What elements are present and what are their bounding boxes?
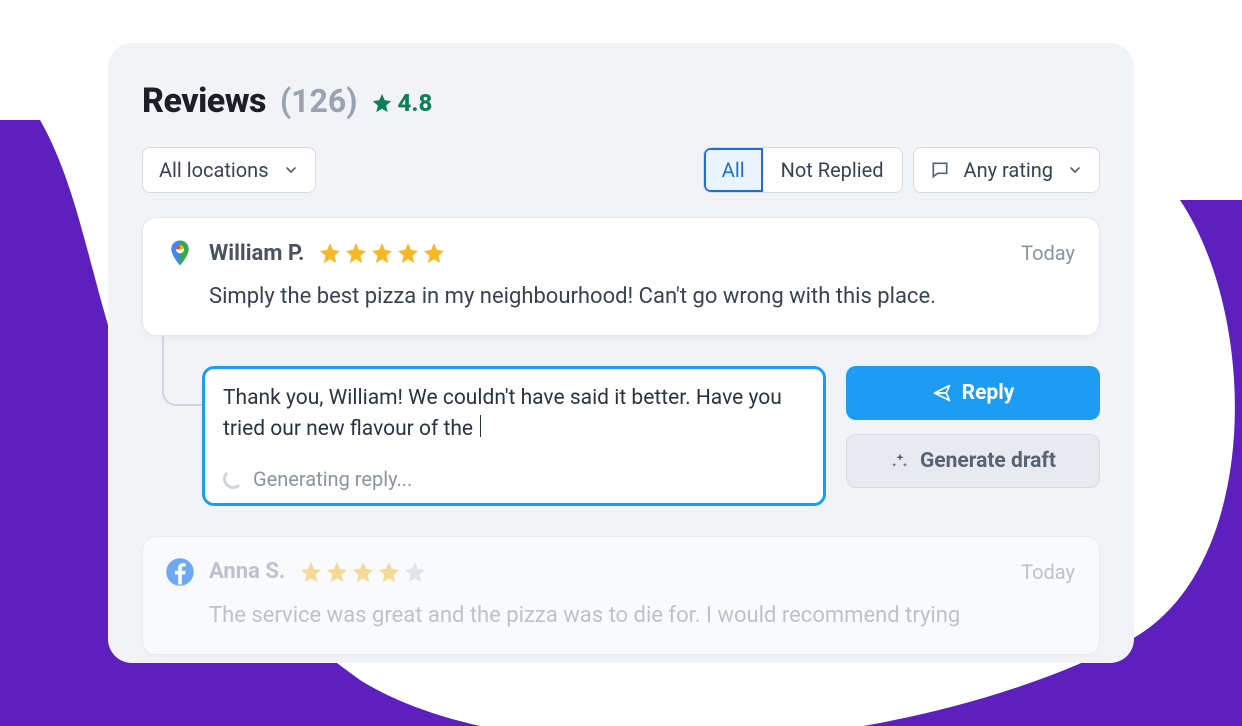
review-header: Anna S. Today <box>165 557 1075 587</box>
review-time: Today <box>1021 241 1075 265</box>
reply-textarea[interactable]: Thank you, William! We couldn't have sai… <box>202 366 826 506</box>
review-card: William P. Today Simply the best pizza i… <box>142 217 1100 336</box>
review-text: The service was great and the pizza was … <box>165 601 1075 632</box>
star-filled-icon <box>325 560 349 584</box>
chevron-down-icon <box>1067 162 1083 178</box>
generating-status-label: Generating reply... <box>253 467 412 491</box>
spinner-icon <box>223 469 243 489</box>
filters-row: All locations All Not Replied Any rating <box>142 147 1100 193</box>
reply-actions: Reply Generate draft <box>846 366 1100 506</box>
review-time: Today <box>1021 560 1075 584</box>
reply-button-label: Reply <box>962 381 1015 405</box>
text-cursor <box>480 415 481 437</box>
reply-status-segmented: All Not Replied <box>703 147 903 193</box>
google-maps-pin-icon <box>165 238 195 268</box>
reviewer-name: William P. <box>209 241 304 266</box>
review-header: William P. Today <box>165 238 1075 268</box>
star-filled-icon <box>299 560 323 584</box>
star-filled-icon <box>318 241 342 265</box>
reply-draft-content: Thank you, William! We couldn't have sai… <box>223 386 782 442</box>
reply-draft-text: Thank you, William! We couldn't have sai… <box>223 383 805 453</box>
sparkle-icon <box>890 451 910 471</box>
page-title: Reviews <box>142 81 266 121</box>
reply-button[interactable]: Reply <box>846 366 1100 420</box>
location-filter-label: All locations <box>159 158 269 182</box>
average-rating-badge: 4.8 <box>371 89 432 117</box>
reviews-panel: Reviews (126) 4.8 All locations All Not … <box>108 43 1134 663</box>
star-filled-icon <box>377 560 401 584</box>
star-rating <box>318 241 446 265</box>
panel-header: Reviews (126) 4.8 <box>142 81 1100 121</box>
star-filled-icon <box>422 241 446 265</box>
chevron-down-icon <box>283 162 299 178</box>
generating-status: Generating reply... <box>223 467 805 491</box>
facebook-icon <box>165 557 195 587</box>
reply-row: Thank you, William! We couldn't have sai… <box>142 366 1100 506</box>
thread-connector <box>162 336 202 406</box>
reviewer-name: Anna S. <box>209 559 285 584</box>
chat-bubble-icon <box>930 160 950 180</box>
star-empty-icon <box>403 560 427 584</box>
review-text: Simply the best pizza in my neighbourhoo… <box>165 282 1075 313</box>
star-filled-icon <box>370 241 394 265</box>
star-icon <box>371 92 393 114</box>
star-rating <box>299 560 427 584</box>
segment-not-replied[interactable]: Not Replied <box>763 148 902 192</box>
reviews-count: (126) <box>280 82 358 120</box>
segment-all[interactable]: All <box>704 148 763 192</box>
star-filled-icon <box>351 560 375 584</box>
star-filled-icon <box>396 241 420 265</box>
generate-draft-label: Generate draft <box>920 449 1056 473</box>
review-card: Anna S. Today The service was great and … <box>142 536 1100 655</box>
send-icon <box>932 383 952 403</box>
average-rating-value: 4.8 <box>397 89 432 117</box>
location-filter-dropdown[interactable]: All locations <box>142 147 316 193</box>
generate-draft-button[interactable]: Generate draft <box>846 434 1100 488</box>
star-filled-icon <box>344 241 368 265</box>
rating-filter-label: Any rating <box>964 158 1053 182</box>
rating-filter-dropdown[interactable]: Any rating <box>913 147 1100 193</box>
